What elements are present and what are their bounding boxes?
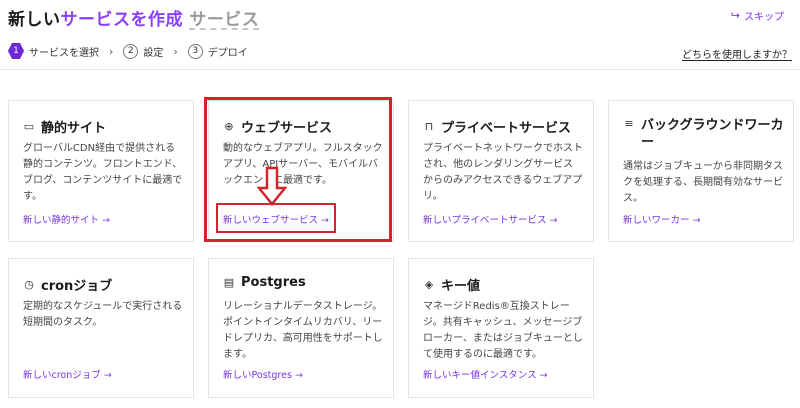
highlight-box-web-service-link xyxy=(216,203,336,233)
list-icon: ≡ xyxy=(624,117,634,130)
card-description: プライベートネットワークでホストされ、他のレンダリングサービスからのみアクセスで… xyxy=(423,143,583,202)
card-title: プライベートサービス xyxy=(441,121,572,136)
new-postgres-link[interactable]: 新しいPostgres → xyxy=(223,367,303,381)
card-title: Postgres xyxy=(241,275,306,290)
skip-button[interactable]: ↪ スキップ xyxy=(731,8,784,23)
step-2-label: 設定 xyxy=(143,47,164,59)
step-2-badge: 2 xyxy=(123,43,139,59)
new-key-value-link[interactable]: 新しいキー値インスタンス → xyxy=(423,367,548,381)
new-static-site-link[interactable]: 新しい静的サイト → xyxy=(23,212,110,226)
which-to-use-link[interactable]: どちらを使用しますか？ xyxy=(682,46,792,61)
lock-icon: ⊓ xyxy=(424,120,434,133)
service-card-background-worker[interactable]: ≡ バックグラウンドワーカー 通常はジョブキューから非同期タスクを処理する、長期… xyxy=(608,100,794,242)
step-1-badge: 1 xyxy=(8,43,24,59)
skip-label: スキップ xyxy=(744,12,784,23)
title-accent: サービスを作成 xyxy=(60,10,183,30)
service-card-postgres[interactable]: ▤ Postgres リレーショナルデータストレージ。ポイントインタイムリカバリ… xyxy=(208,258,394,398)
card-title: バックグラウンドワーカー xyxy=(641,118,784,150)
chevron-right-icon: › xyxy=(109,44,114,58)
down-arrow-icon xyxy=(257,166,287,206)
new-private-service-link[interactable]: 新しいプライベートサービス → xyxy=(423,212,557,226)
new-worker-link[interactable]: 新しいワーカー → xyxy=(623,212,700,226)
service-card-private-service[interactable]: ⊓ プライベートサービス プライベートネットワークでホストされ、他のレンダリング… xyxy=(408,100,594,242)
timer-icon: ◷ xyxy=(24,278,34,291)
title-suffix: サービス xyxy=(189,10,260,30)
step-3-label: デプロイ xyxy=(207,47,248,59)
new-cron-job-link[interactable]: 新しいcronジョブ → xyxy=(23,367,112,381)
layers-icon: ◈ xyxy=(424,278,434,291)
service-card-cron-job[interactable]: ◷ cronジョブ 定期的なスケジュールで実行される短期間のタスク。 新しいcr… xyxy=(8,258,194,398)
service-card-key-value[interactable]: ◈ キー値 マネージドRedis®互換ストレージ。共有キャッシュ、メッセージブロ… xyxy=(408,258,594,398)
static-site-icon: ▭ xyxy=(23,120,35,133)
step-3-badge: 3 xyxy=(187,43,203,59)
step-1-label: サービスを選択 xyxy=(29,47,99,59)
page-header: 新しいサービスを作成 サービス ↪ スキップ 1 サービスを選択 › 2 設定 … xyxy=(0,0,800,70)
skip-arrow-icon: ↪ xyxy=(730,9,740,22)
chevron-right-icon: › xyxy=(173,44,178,58)
card-title: 静的サイト xyxy=(41,121,107,136)
step-indicator: 1 サービスを選択 › 2 設定 › 3 デプロイ xyxy=(8,43,248,59)
card-description: マネージドRedis®互換ストレージ。共有キャッシュ、メッセージブローカー、また… xyxy=(423,301,583,360)
card-description: リレーショナルデータストレージ。ポイントインタイムリカバリ、リードレプリカ、高可… xyxy=(223,301,383,360)
card-description: 定期的なスケジュールで実行される短期間のタスク。 xyxy=(23,301,183,328)
card-title: cronジョブ xyxy=(41,279,113,294)
card-description: グローバルCDN経由で提供される静的コンテンツ。フロントエンド、ブログ、コンテン… xyxy=(23,143,183,202)
page-title: 新しいサービスを作成 サービス xyxy=(8,5,259,30)
card-description: 通常はジョブキューから非同期タスクを処理する、長期間有効なサービス。 xyxy=(623,161,783,204)
card-title: キー値 xyxy=(441,279,481,294)
title-prefix: 新しい xyxy=(8,10,61,30)
database-icon: ▤ xyxy=(223,276,235,289)
service-card-static-site[interactable]: ▭ 静的サイト グローバルCDN経由で提供される静的コンテンツ。フロントエンド、… xyxy=(8,100,194,242)
